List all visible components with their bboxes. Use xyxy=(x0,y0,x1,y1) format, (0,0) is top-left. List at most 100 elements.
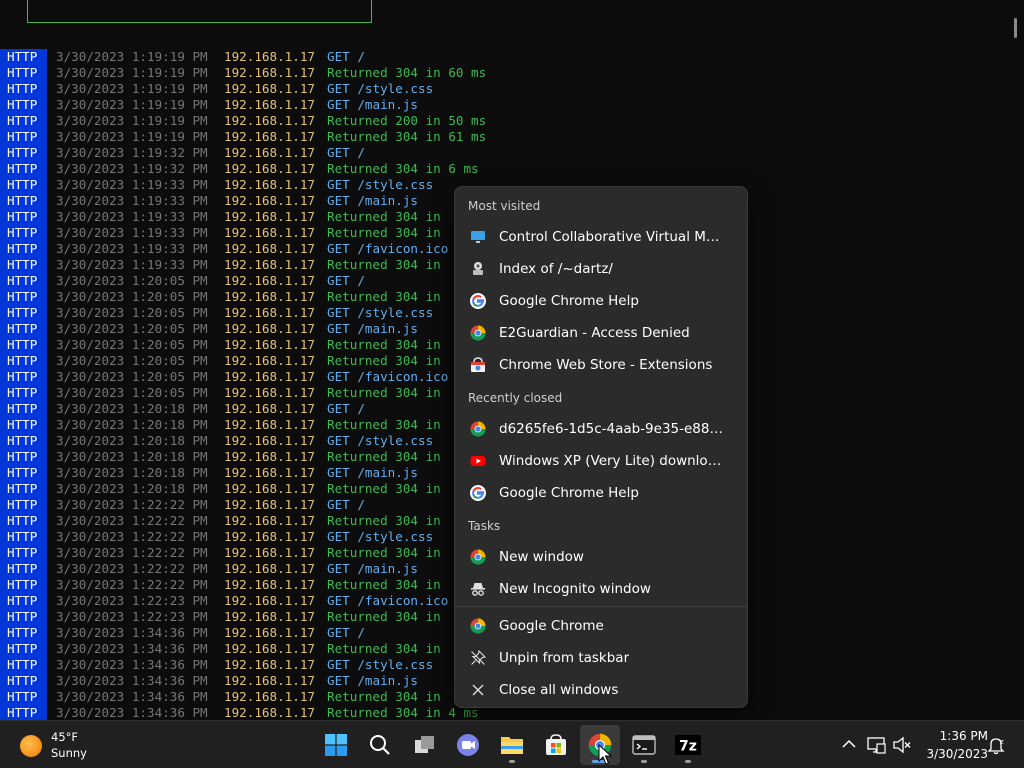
log-timestamp: 3/30/2023 1:19:33 PM xyxy=(56,209,208,224)
google-icon xyxy=(469,292,487,310)
log-protocol: HTTP xyxy=(0,65,47,81)
log-protocol: HTTP xyxy=(0,625,47,641)
log-protocol: HTTP xyxy=(0,545,47,561)
log-protocol: HTTP xyxy=(0,321,47,337)
log-protocol: HTTP xyxy=(0,385,47,401)
log-message: GET / xyxy=(327,401,365,416)
log-timestamp: 3/30/2023 1:19:19 PM xyxy=(56,113,208,128)
log-ip-address: 192.168.1.17 xyxy=(224,513,315,528)
running-indicator xyxy=(641,760,647,763)
jump-item-control-vm[interactable]: Control Collaborative Virtual Machi... xyxy=(461,221,741,253)
log-protocol: HTTP xyxy=(0,353,47,369)
volume-muted-icon[interactable] xyxy=(892,735,912,755)
web-store-icon xyxy=(469,356,487,374)
log-timestamp: 3/30/2023 1:20:05 PM xyxy=(56,369,208,384)
log-message: Returned 304 in xyxy=(327,353,441,368)
log-protocol: HTTP xyxy=(0,193,47,209)
start-button[interactable] xyxy=(316,725,356,765)
search-icon xyxy=(370,735,390,755)
log-line: HTTP 3/30/2023 1:19:19 PM 192.168.1.17 Retu… xyxy=(0,129,1012,145)
log-timestamp: 3/30/2023 1:34:36 PM xyxy=(56,641,208,656)
jump-item-index-dartz[interactable]: Index of /~dartz/ xyxy=(461,253,741,285)
log-ip-address: 192.168.1.17 xyxy=(224,241,315,256)
log-message: GET /main.js xyxy=(327,97,418,112)
log-line: HTTP 3/30/2023 1:19:19 PM 192.168.1.17 GET … xyxy=(0,97,1012,113)
log-timestamp: 3/30/2023 1:22:22 PM xyxy=(56,529,208,544)
task-new-window[interactable]: New window xyxy=(461,541,741,573)
file-explorer-button[interactable] xyxy=(492,725,532,765)
chrome-icon xyxy=(469,324,487,342)
log-ip-address: 192.168.1.17 xyxy=(224,609,315,624)
microsoft-store-icon xyxy=(546,734,566,755)
taskbar-clock[interactable]: 1:36 PM 3/30/2023 xyxy=(916,728,988,762)
log-timestamp: 3/30/2023 1:22:23 PM xyxy=(56,609,208,624)
log-message: Returned 304 in xyxy=(327,225,441,240)
log-message: GET /favicon.ico xyxy=(327,241,449,256)
log-message: GET /style.css xyxy=(327,177,434,192)
jump-item-recent-windows-xp[interactable]: Windows XP (Very Lite) download -... xyxy=(461,445,741,477)
jump-item-web-store[interactable]: Chrome Web Store - Extensions xyxy=(461,349,741,381)
log-message: GET /main.js xyxy=(327,321,418,336)
log-ip-address: 192.168.1.17 xyxy=(224,209,315,224)
close-all-windows[interactable]: Close all windows xyxy=(461,674,741,706)
log-timestamp: 3/30/2023 1:34:36 PM xyxy=(56,625,208,640)
log-protocol: HTTP xyxy=(0,209,47,225)
log-timestamp: 3/30/2023 1:20:05 PM xyxy=(56,353,208,368)
log-ip-address: 192.168.1.17 xyxy=(224,577,315,592)
microsoft-store-button[interactable] xyxy=(536,725,576,765)
log-protocol: HTTP xyxy=(0,113,47,129)
task-view-button[interactable] xyxy=(405,725,445,765)
task-view-icon xyxy=(415,736,434,753)
log-ip-address: 192.168.1.17 xyxy=(224,145,315,160)
log-ip-address: 192.168.1.17 xyxy=(224,529,315,544)
7zip-taskbar-button[interactable]: 7z xyxy=(668,725,708,765)
log-timestamp: 3/30/2023 1:20:05 PM xyxy=(56,273,208,288)
show-hidden-icons-chevron[interactable] xyxy=(840,735,858,753)
log-timestamp: 3/30/2023 1:20:05 PM xyxy=(56,289,208,304)
log-ip-address: 192.168.1.17 xyxy=(224,337,315,352)
log-ip-address: 192.168.1.17 xyxy=(224,305,315,320)
log-message: GET /favicon.ico xyxy=(327,593,449,608)
log-protocol: HTTP xyxy=(0,129,47,145)
log-message: GET / xyxy=(327,145,365,160)
google-icon xyxy=(469,484,487,502)
log-timestamp: 3/30/2023 1:19:33 PM xyxy=(56,241,208,256)
log-ip-address: 192.168.1.17 xyxy=(224,49,315,64)
log-message: GET /main.js xyxy=(327,673,418,688)
log-message: Returned 304 in 60 ms xyxy=(327,65,487,80)
search-button[interactable] xyxy=(360,725,400,765)
log-protocol: HTTP xyxy=(0,225,47,241)
chrome-icon xyxy=(469,548,487,566)
network-icon[interactable] xyxy=(866,735,886,755)
notifications-icon[interactable]: z xyxy=(986,735,1006,755)
log-timestamp: 3/30/2023 1:22:22 PM xyxy=(56,577,208,592)
log-ip-address: 192.168.1.17 xyxy=(224,481,315,496)
task-new-incognito-window[interactable]: New Incognito window xyxy=(461,573,741,605)
unpin-from-taskbar[interactable]: Unpin from taskbar xyxy=(461,642,741,674)
log-ip-address: 192.168.1.17 xyxy=(224,385,315,400)
log-timestamp: 3/30/2023 1:19:33 PM xyxy=(56,257,208,272)
log-timestamp: 3/30/2023 1:19:33 PM xyxy=(56,177,208,192)
log-timestamp: 3/30/2023 1:20:18 PM xyxy=(56,465,208,480)
chrome-icon xyxy=(469,617,487,635)
terminal-box-outline xyxy=(27,0,372,23)
app-google-chrome[interactable]: Google Chrome xyxy=(461,610,741,642)
log-ip-address: 192.168.1.17 xyxy=(224,497,315,512)
log-protocol: HTTP xyxy=(0,145,47,161)
jump-item-chrome-help[interactable]: Google Chrome Help xyxy=(461,285,741,317)
teams-chat-button[interactable] xyxy=(448,725,488,765)
log-message: Returned 304 in xyxy=(327,337,441,352)
jump-item-recent-chrome-help[interactable]: Google Chrome Help xyxy=(461,477,741,509)
terminal-taskbar-button[interactable] xyxy=(624,725,664,765)
jump-item-e2guardian[interactable]: E2Guardian - Access Denied xyxy=(461,317,741,349)
log-timestamp: 3/30/2023 1:19:33 PM xyxy=(56,193,208,208)
tasks-header: Tasks xyxy=(468,519,501,533)
teams-chat-icon xyxy=(457,734,479,756)
log-ip-address: 192.168.1.17 xyxy=(224,657,315,672)
chrome-icon xyxy=(469,420,487,438)
weather-widget[interactable]: 45°F Sunny xyxy=(20,727,110,763)
jump-item-recent-d6265fe6[interactable]: d6265fe6-1d5c-4aab-9e35-e88ecce... xyxy=(461,413,741,445)
incognito-icon xyxy=(469,580,487,598)
log-protocol: HTTP xyxy=(0,289,47,305)
terminal-scrollbar[interactable] xyxy=(1014,18,1017,38)
